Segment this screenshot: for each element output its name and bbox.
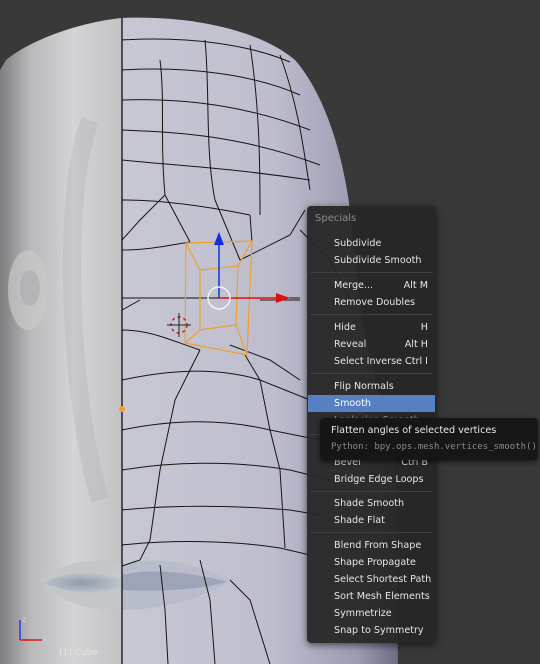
- menu-item-shortcut: H: [420, 322, 428, 333]
- menu-item-shade-flat[interactable]: Shade Flat: [308, 512, 435, 529]
- menu-item-label: Sort Mesh Elements: [334, 591, 430, 602]
- axis-z-label: z: [22, 615, 26, 624]
- menu-title: Specials: [315, 213, 357, 224]
- menu-item-select-inverse[interactable]: Select Inverse Ctrl I: [308, 353, 435, 370]
- menu-separator: [310, 373, 433, 374]
- menu-item-shortcut: Alt H: [404, 339, 428, 350]
- menu-item-sort-mesh-elements[interactable]: Sort Mesh Elements: [308, 588, 435, 605]
- smooth-tooltip: Flatten angles of selected vertices Pyth…: [320, 418, 538, 460]
- menu-item-remove-doubles[interactable]: Remove Doubles: [308, 294, 435, 311]
- menu-item-label: Flip Normals: [334, 381, 394, 392]
- axis-x-label: x: [43, 635, 48, 644]
- menu-item-smooth[interactable]: Smooth: [308, 395, 435, 412]
- menu-item-label: Blend From Shape: [334, 540, 422, 551]
- menu-item-label: Subdivide Smooth: [334, 255, 422, 266]
- menu-item-label: Subdivide: [334, 238, 382, 249]
- menu-separator: [310, 314, 433, 315]
- menu-separator: [310, 491, 433, 492]
- menu-item-label: Shape Propagate: [334, 557, 416, 568]
- menu-item-label: Shade Flat: [334, 515, 385, 526]
- menu-item-hide[interactable]: Hide H: [308, 319, 435, 336]
- menu-item-label: Merge...: [334, 280, 374, 291]
- menu-item-merge[interactable]: Merge... Alt M: [308, 277, 435, 294]
- menu-item-snap-to-symmetry[interactable]: Snap to Symmetry: [308, 622, 435, 639]
- menu-item-subdivide[interactable]: Subdivide: [308, 235, 435, 252]
- menu-item-subdivide-smooth[interactable]: Subdivide Smooth: [308, 252, 435, 269]
- menu-item-label: Bridge Edge Loops: [334, 474, 424, 485]
- menu-item-label: Reveal: [334, 339, 367, 350]
- menu-separator: [310, 532, 433, 533]
- menu-item-select-shortest-path[interactable]: Select Shortest Path: [308, 571, 435, 588]
- menu-item-flip-normals[interactable]: Flip Normals: [308, 378, 435, 395]
- tooltip-python: Python: bpy.ops.mesh.vertices_smooth(): [331, 442, 537, 452]
- menu-item-label: Select Inverse: [334, 356, 402, 367]
- menu-item-shape-propagate[interactable]: Shape Propagate: [308, 554, 435, 571]
- menu-separator: [310, 272, 433, 273]
- menu-item-label: Shade Smooth: [334, 498, 405, 509]
- menu-item-label: Snap to Symmetry: [334, 625, 424, 636]
- menu-item-symmetrize[interactable]: Symmetrize: [308, 605, 435, 622]
- menu-item-label: Remove Doubles: [334, 297, 415, 308]
- menu-item-label: Symmetrize: [334, 608, 392, 619]
- menu-item-label: Smooth: [334, 398, 372, 409]
- menu-item-shortcut: Ctrl I: [405, 356, 428, 367]
- 3d-viewport[interactable]: z x (1) Cube: [0, 0, 540, 664]
- head-mesh-scene: z x: [0, 17, 398, 664]
- menu-item-label: Select Shortest Path: [334, 574, 432, 585]
- menu-item-reveal[interactable]: Reveal Alt H: [308, 336, 435, 353]
- menu-item-bridge-edge-loops[interactable]: Bridge Edge Loops: [308, 471, 435, 488]
- menu-item-shortcut: Alt M: [403, 280, 428, 291]
- menu-item-blend-from-shape[interactable]: Blend From Shape: [308, 537, 435, 554]
- menu-item-label: Hide: [334, 322, 356, 333]
- menu-item-shade-smooth[interactable]: Shade Smooth: [308, 495, 435, 512]
- tooltip-description: Flatten angles of selected vertices: [331, 425, 497, 436]
- active-object-label: (1) Cube: [59, 648, 98, 658]
